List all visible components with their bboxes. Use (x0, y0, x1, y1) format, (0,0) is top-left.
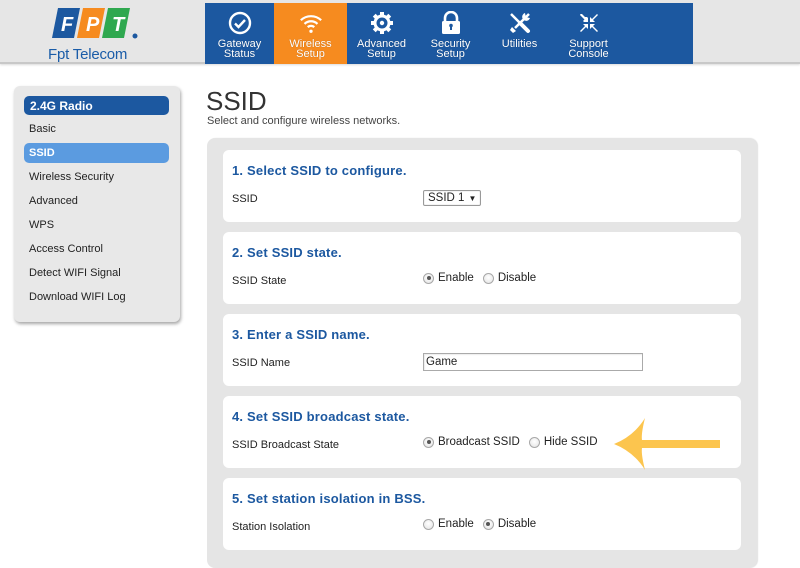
section-station-isolation: 5. Set station isolation in BSS. Station… (223, 478, 741, 550)
sidebar-item-basic[interactable]: Basic (24, 119, 169, 139)
nav-wireless-setup[interactable]: Wireless Setup (274, 3, 347, 64)
section-title: 5. Set station isolation in BSS. (232, 491, 426, 506)
annotation-arrow-icon (614, 418, 720, 470)
gear-icon (370, 11, 394, 35)
ssid-control: SSID 1 ▼ (423, 190, 482, 206)
logo-letter-t: T (112, 14, 126, 36)
radio-label: Disable (497, 518, 537, 530)
broadcast-state-control: Broadcast SSID Hide SSID (423, 436, 607, 448)
radio-checked-icon[interactable] (482, 518, 494, 530)
sidebar-item-advanced[interactable]: Advanced (24, 191, 169, 211)
radio-checked-icon[interactable] (423, 272, 434, 284)
page-title: SSID (206, 86, 267, 116)
isolation-enable-radio[interactable]: Enable (423, 518, 474, 530)
sidebar-heading-2-4g-radio[interactable]: 2.4G Radio (24, 96, 169, 115)
section-title: 4. Set SSID broadcast state. (232, 409, 410, 424)
ssid-settings-panel: 1. Select SSID to configure. SSID SSID 1… (207, 138, 757, 568)
radio-label: Hide SSID (543, 436, 598, 448)
station-isolation-label: Station Isolation (232, 521, 311, 533)
hide-ssid-radio[interactable]: Hide SSID (528, 436, 598, 448)
ssid-state-control: Enable Disable (423, 272, 545, 284)
logo-letter-f: F (61, 14, 74, 36)
broadcast-state-label: SSID Broadcast State (232, 439, 339, 451)
nav-label: Support Console (568, 38, 609, 60)
section-title: 2. Set SSID state. (232, 245, 342, 260)
ssid-select[interactable]: SSID 1 ▼ (423, 190, 482, 206)
sidebar-item-detect-wifi-signal[interactable]: Detect WIFI Signal (24, 263, 169, 283)
nav-support-console[interactable]: Support Console (554, 3, 623, 64)
nav-label: Advanced Setup (357, 38, 406, 60)
radio-checked-icon[interactable] (423, 436, 434, 448)
radio-unchecked-icon[interactable] (482, 272, 494, 284)
nav-security-setup[interactable]: Security Setup (416, 3, 485, 64)
lock-icon (439, 11, 463, 35)
top-header: F P T Fpt Telecom Gateway Status Wireles… (0, 0, 800, 64)
ssid-label: SSID (232, 193, 258, 205)
check-circle-icon (228, 11, 252, 35)
station-isolation-control: Enable Disable (423, 518, 545, 530)
broadcast-ssid-radio[interactable]: Broadcast SSID (423, 436, 520, 448)
nav-label: Security Setup (430, 38, 471, 60)
collapse-arrows-icon (577, 11, 601, 35)
ssid-select-value: SSID 1 (428, 192, 465, 204)
nav-gateway-status[interactable]: Gateway Status (205, 3, 274, 64)
ssid-state-enable-radio[interactable]: Enable (423, 272, 474, 284)
ssid-state-disable-radio[interactable]: Disable (482, 272, 537, 284)
section-select-ssid: 1. Select SSID to configure. SSID SSID 1… (223, 150, 741, 222)
radio-unchecked-icon[interactable] (528, 436, 540, 448)
sidebar-item-wps[interactable]: WPS (24, 215, 169, 235)
sidebar-item-ssid[interactable]: SSID (24, 143, 169, 163)
ssid-name-input[interactable] (423, 353, 643, 371)
nav-label: Gateway Status (217, 38, 262, 60)
radio-label: Enable (438, 272, 474, 284)
radio-label: Enable (438, 518, 474, 530)
tools-icon (508, 11, 532, 35)
logo-letter-p: P (86, 14, 100, 36)
section-ssid-name: 3. Enter a SSID name. SSID Name (223, 314, 741, 386)
ssid-state-label: SSID State (232, 275, 287, 287)
nav-label: Utilities (501, 38, 538, 50)
sidebar-item-download-wifi-log[interactable]: Download WIFI Log (24, 287, 169, 307)
chevron-down-icon: ▼ (468, 193, 477, 203)
sidebar: 2.4G Radio Basic SSID Wireless Security … (14, 86, 180, 322)
section-title: 3. Enter a SSID name. (232, 327, 370, 342)
radio-label: Disable (497, 272, 537, 284)
nav-label: Wireless Setup (289, 38, 332, 60)
fpt-logo[interactable]: F P T Fpt Telecom (18, 4, 158, 63)
nav-utilities[interactable]: Utilities (485, 3, 554, 64)
ssid-name-label: SSID Name (232, 357, 291, 369)
page-subtitle: Select and configure wireless networks. (207, 115, 401, 127)
sidebar-item-wireless-security[interactable]: Wireless Security (24, 167, 169, 187)
main-nav: Gateway Status Wireless Setup Advanced S… (205, 3, 693, 64)
section-title: 1. Select SSID to configure. (232, 163, 407, 178)
wifi-icon (299, 11, 323, 35)
fpt-logo-mark-icon: F P T (52, 8, 138, 39)
ssid-name-control (423, 353, 643, 371)
isolation-disable-radio[interactable]: Disable (482, 518, 537, 530)
nav-advanced-setup[interactable]: Advanced Setup (347, 3, 416, 64)
brand-name: Fpt Telecom (48, 46, 128, 63)
section-ssid-state: 2. Set SSID state. SSID State Enable Dis… (223, 232, 741, 304)
radio-unchecked-icon[interactable] (423, 518, 434, 530)
radio-label: Broadcast SSID (438, 436, 520, 448)
sidebar-item-access-control[interactable]: Access Control (24, 239, 169, 259)
